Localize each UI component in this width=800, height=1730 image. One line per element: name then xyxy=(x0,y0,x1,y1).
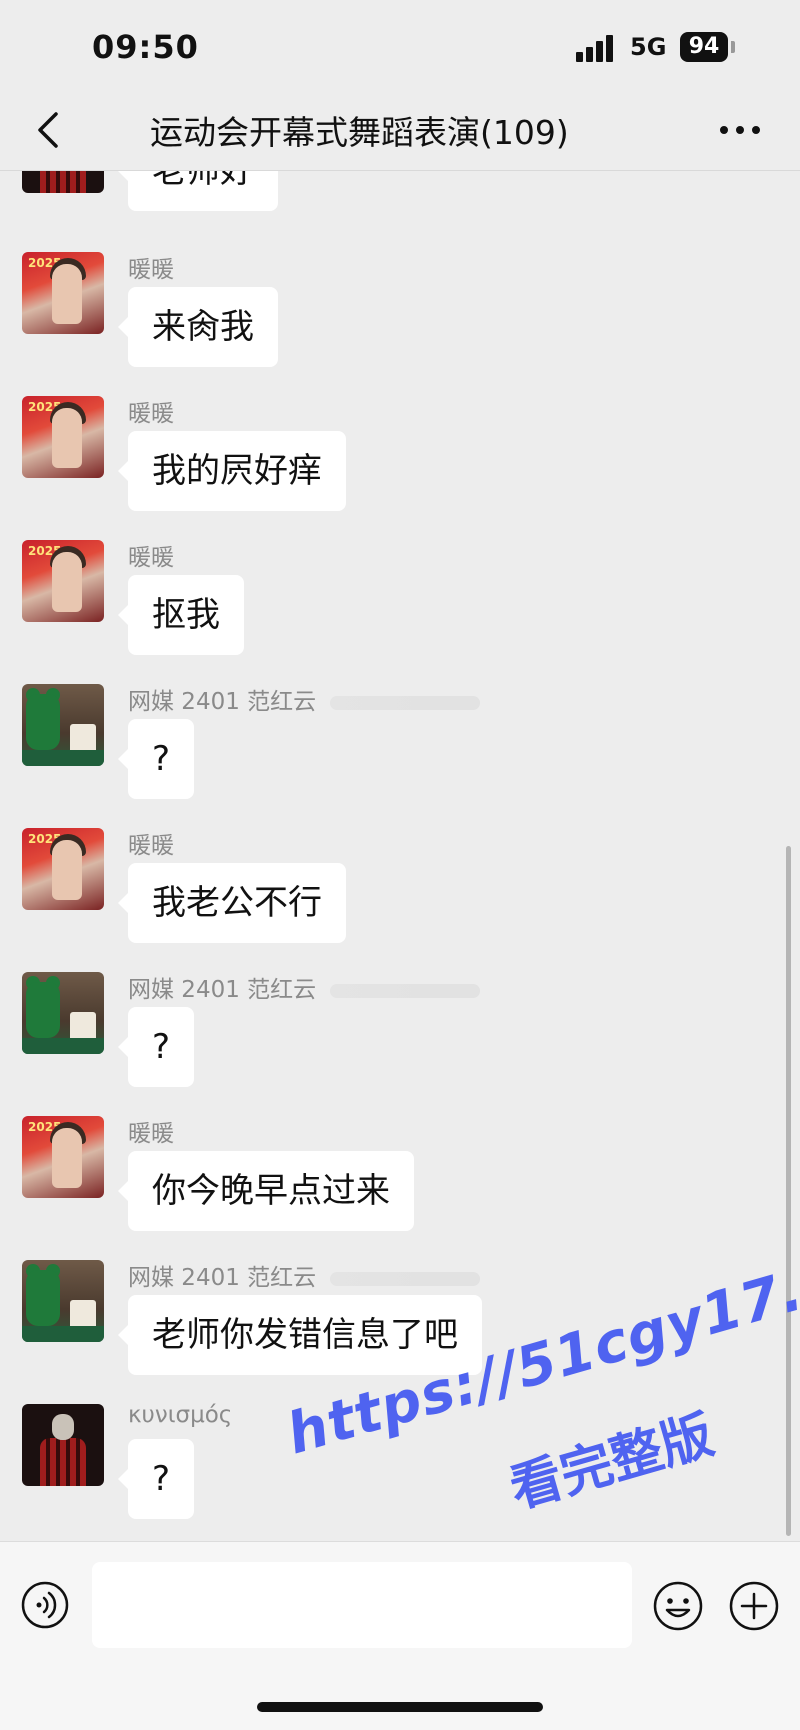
redacted-blur xyxy=(330,1271,481,1286)
sender-name: 暖暖 xyxy=(128,545,174,571)
message-bubble[interactable]: 老师好 xyxy=(118,171,278,211)
message-bubble[interactable]: ? xyxy=(117,719,195,799)
redacted-blur xyxy=(330,983,481,998)
chevron-left-icon[interactable] xyxy=(28,108,72,152)
message-bubble[interactable]: 我的屄好痒 xyxy=(118,431,346,511)
nav-bar: 运动会开幕式舞蹈表演(109) xyxy=(0,90,800,171)
woman-avatar[interactable]: 2025 xyxy=(22,1116,104,1198)
home-indicator[interactable] xyxy=(257,1702,543,1712)
plus-icon[interactable] xyxy=(728,1580,780,1632)
sender-name: 暖暖 xyxy=(128,401,174,427)
battery-tip xyxy=(731,41,735,53)
skull-avatar[interactable] xyxy=(22,1404,104,1486)
message-input[interactable] xyxy=(92,1562,632,1648)
message-bubble[interactable]: 老师你发错信息了吧 xyxy=(118,1295,482,1375)
redacted-blur xyxy=(330,695,481,710)
network-type: 5G xyxy=(630,33,667,61)
message-bubble[interactable]: 来肏我 xyxy=(118,287,278,367)
woman-avatar[interactable]: 2025 xyxy=(22,828,104,910)
status-time: 09:50 xyxy=(92,28,199,66)
voice-icon[interactable] xyxy=(20,1580,70,1630)
chat-message-list[interactable]: 老师好 2025 暖暖 来肏我 2025 暖暖 我的屄好痒 2025 暖暖 抠我… xyxy=(0,171,800,1541)
sender-name: κυνισμός xyxy=(128,1402,233,1428)
emoji-icon[interactable] xyxy=(652,1580,704,1632)
sender-name: 暖暖 xyxy=(128,257,174,283)
sender-name: 暖暖 xyxy=(128,833,174,859)
sender-name: 网媒 2401 范红云 xyxy=(128,682,481,716)
bear-avatar[interactable] xyxy=(22,684,104,766)
sender-name: 网媒 2401 范红云 xyxy=(128,1258,481,1292)
scrollbar[interactable] xyxy=(786,846,791,1536)
ellipsis-icon[interactable] xyxy=(715,112,765,148)
sender-name: 网媒 2401 范红云 xyxy=(128,970,481,1004)
woman-avatar[interactable]: 2025 xyxy=(22,252,104,334)
bear-avatar[interactable] xyxy=(22,1260,104,1342)
woman-avatar[interactable]: 2025 xyxy=(22,540,104,622)
input-bar xyxy=(0,1541,800,1654)
message-bubble[interactable]: 我老公不行 xyxy=(118,863,346,943)
skull-avatar[interactable] xyxy=(22,171,104,193)
status-bar: 09:50 5G 94 xyxy=(0,0,800,90)
message-bubble[interactable]: 抠我 xyxy=(118,575,244,655)
message-bubble[interactable]: ? xyxy=(117,1007,195,1087)
message-bubble[interactable]: ? xyxy=(117,1439,195,1519)
battery-icon: 94 xyxy=(680,32,728,62)
bear-avatar[interactable] xyxy=(22,972,104,1054)
sender-name: 暖暖 xyxy=(128,1121,174,1147)
woman-avatar[interactable]: 2025 xyxy=(22,396,104,478)
signal-icon xyxy=(576,34,616,62)
chat-title: 运动会开幕式舞蹈表演(109) xyxy=(150,113,569,152)
bottom-safe-area xyxy=(0,1653,800,1730)
message-bubble[interactable]: 你今晚早点过来 xyxy=(118,1151,414,1231)
